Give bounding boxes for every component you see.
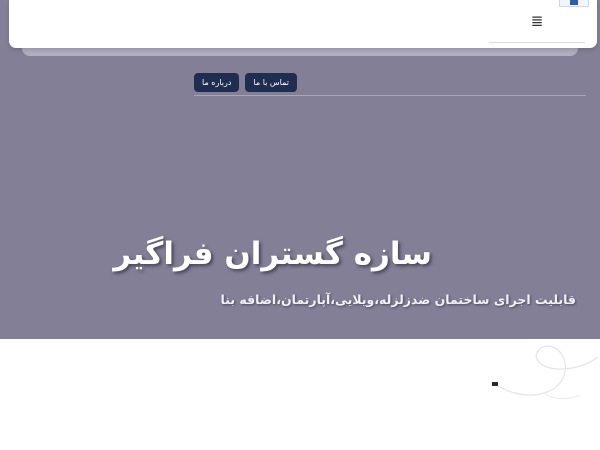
- nav-item-contact[interactable]: تماس با ما: [245, 73, 297, 92]
- thumbnail-mark: [570, 0, 578, 5]
- thumbnail-icon[interactable]: [559, 0, 589, 7]
- nav-item-about[interactable]: درباره ما: [194, 73, 240, 92]
- nav-divider: [194, 95, 586, 96]
- hero-subtitle: قابلیت اجرای ساختمان ضدزلزله،ویلایی،آپار…: [220, 292, 576, 307]
- curved-line-decoration-icon: [491, 345, 599, 400]
- dropdown-panel: ≣: [9, 0, 597, 48]
- hero-title: سازه گستران فراگیر: [113, 236, 432, 272]
- hero-section: ≣ درباره ما تماس با ما سازه گستران فراگی…: [0, 0, 600, 339]
- main-nav: درباره ما تماس با ما: [194, 73, 297, 92]
- dropdown-divider: [489, 42, 585, 43]
- hamburger-menu-icon[interactable]: ≣: [529, 13, 545, 29]
